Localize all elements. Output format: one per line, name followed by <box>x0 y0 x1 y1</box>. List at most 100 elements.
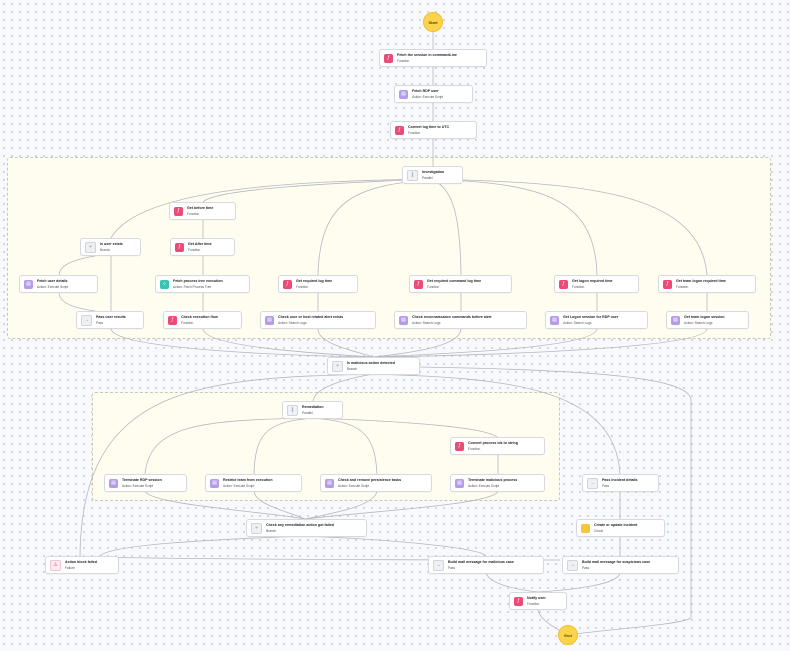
end-node[interactable]: End <box>558 625 578 645</box>
function-icon: ƒ <box>174 206 183 216</box>
node-pass-incident-details[interactable]: → Pass incident details Pass <box>582 474 659 492</box>
node-title: Check and remove persistence tasks <box>338 477 402 482</box>
pass-icon: → <box>567 559 578 571</box>
search-logs-icon: ▤ <box>550 315 559 325</box>
node-notify-user[interactable]: ƒ Notify user Function <box>509 592 567 610</box>
node-check-recon-commands[interactable]: ▤ Check reconnaissance commands before a… <box>394 311 527 329</box>
node-subtitle: Branch <box>347 367 358 372</box>
node-title: Build mail message for suspicious case <box>582 559 651 564</box>
node-convert-process-ids[interactable]: ƒ Convert process ids to string Function <box>450 437 545 455</box>
node-title: Fetch the session in commandLine <box>397 52 457 57</box>
node-subtitle: Action: Execute Script <box>338 484 370 489</box>
node-check-remediation-failed[interactable]: ⑂ Check any remediation action got faile… <box>246 519 367 537</box>
node-get-team-logon-required-time[interactable]: ƒ Get team logon required time Function <box>658 275 756 293</box>
edge <box>304 535 487 557</box>
node-title: Action block failed <box>65 559 97 564</box>
branch-icon: ⑂ <box>332 360 343 372</box>
node-build-mail-suspicious[interactable]: → Build mail message for suspicious case… <box>562 556 679 574</box>
node-title: Check any remediation action got failed <box>266 522 334 527</box>
node-subtitle: Function <box>572 285 585 290</box>
search-logs-icon: ▤ <box>399 315 408 325</box>
node-subtitle: Branch <box>100 248 111 253</box>
node-action-block-failed[interactable]: ⚠ Action block failed Failure <box>45 556 119 574</box>
node-title: Check execution flow <box>181 314 218 319</box>
node-convert-log-time[interactable]: ƒ Convert log time to UTC Function <box>390 121 477 139</box>
node-subtitle: Action: Execute Script <box>37 285 69 290</box>
node-fetch-session[interactable]: ƒ Fetch the session in commandLine Functi… <box>379 49 487 67</box>
node-title: Get team logon session <box>684 314 725 319</box>
node-title: Terminate malicious process <box>468 477 518 482</box>
node-investigation[interactable]: ∥ Investigation Parallel <box>402 166 463 184</box>
script-icon: ▤ <box>109 478 118 488</box>
node-subtitle: Action: Search Logs <box>412 321 441 326</box>
node-title: Convert log time to UTC <box>408 124 450 129</box>
node-subtitle: Function <box>296 285 309 290</box>
script-icon: ▤ <box>455 478 464 488</box>
failure-icon: ⚠ <box>50 559 61 571</box>
node-subtitle: Pass <box>602 484 610 489</box>
node-fetch-user-details[interactable]: ▤ Fetch user details Action: Execute Scri… <box>19 275 98 293</box>
branch-icon: ⑂ <box>85 241 96 253</box>
function-icon: ƒ <box>384 53 393 63</box>
node-get-logon-session-rdp[interactable]: ▤ Get Logon session for RDP user Action: … <box>545 311 648 329</box>
node-title: Restrict team from execution <box>223 477 273 482</box>
node-subtitle: Function <box>408 131 421 136</box>
function-icon: ƒ <box>414 279 423 289</box>
function-icon: ƒ <box>395 125 404 135</box>
node-title: Investigation <box>422 169 445 174</box>
pass-icon: → <box>433 559 444 571</box>
node-subtitle: Action: Search Logs <box>684 321 713 326</box>
node-remediation[interactable]: ∥ Remediation Parallel <box>282 401 343 419</box>
node-check-persistence-tasks[interactable]: ▤ Check and remove persistence tasks Acti… <box>320 474 432 492</box>
node-check-execution-flow[interactable]: ƒ Check execution flow Function <box>163 311 242 329</box>
node-subtitle: Action: Execute Script <box>412 95 444 100</box>
parallel-icon: ∥ <box>407 169 418 181</box>
function-icon: ƒ <box>663 279 672 289</box>
node-terminate-rdp-session[interactable]: ▤ Terminate RDP session Action: Execute S… <box>104 474 187 492</box>
node-subtitle: Action: Fetch Process Tree <box>173 285 212 290</box>
node-title: Check user or host related alert exists <box>278 314 344 319</box>
node-get-before-time[interactable]: ƒ Get before time Function <box>169 202 236 220</box>
node-subtitle: Failure <box>65 566 75 571</box>
node-subtitle: Function <box>676 285 689 290</box>
node-build-mail-malicious[interactable]: → Build mail message for malicious case P… <box>428 556 544 574</box>
node-restrict-team[interactable]: ▤ Restrict team from execution Action: Ex… <box>205 474 302 492</box>
node-fetch-process-tree[interactable]: ⊹ Fetch process tree execution Action: Fe… <box>155 275 250 293</box>
search-logs-icon: ▤ <box>265 315 274 325</box>
node-check-user-host-alert[interactable]: ▤ Check user or host related alert exist… <box>260 311 376 329</box>
node-subtitle: Function <box>527 602 540 607</box>
node-title: Terminate RDP session <box>122 477 162 482</box>
node-get-team-logon-session[interactable]: ▤ Get team logon session Action: Search L… <box>666 311 749 329</box>
node-subtitle: Action: Execute Script <box>122 484 154 489</box>
parallel-icon: ∥ <box>287 404 298 416</box>
node-title: Pass incident details <box>602 477 638 482</box>
node-title: Convert process ids to string <box>468 440 518 445</box>
search-logs-icon: ▤ <box>671 315 680 325</box>
node-is-user-exists[interactable]: ⑂ Is user exists Branch <box>80 238 141 256</box>
node-title: Is user exists <box>100 241 123 246</box>
circuit-icon: ⚡ <box>581 523 590 533</box>
node-subtitle: Action: Execute Script <box>223 484 255 489</box>
script-icon: ▤ <box>24 279 33 289</box>
node-get-required-command-log-time[interactable]: ƒ Get required command log time Function <box>409 275 512 293</box>
edge <box>485 572 539 593</box>
node-get-required-log-time[interactable]: ƒ Get required log time Function <box>278 275 358 293</box>
node-title: Fetch user details <box>37 278 68 283</box>
node-title: Get Logon session for RDP user <box>563 314 619 319</box>
node-fetch-rdp-user[interactable]: ▤ Fetch RDP user Action: Execute Script <box>394 85 473 103</box>
start-node[interactable]: Start <box>423 12 443 32</box>
node-get-after-time[interactable]: ƒ Get After time Function <box>170 238 235 256</box>
node-create-update-incident[interactable]: ⚡ Create or update incident Circuit <box>576 519 665 537</box>
branch-icon: ⑂ <box>251 522 262 534</box>
node-subtitle: Pass <box>96 321 104 326</box>
node-is-malicious-action[interactable]: ⑂ Is malicious action detected Branch <box>327 357 420 375</box>
node-pass-user-results[interactable]: → Pass user results Pass <box>76 311 144 329</box>
node-title: Get logon required time <box>572 278 613 283</box>
edge <box>537 572 621 593</box>
node-subtitle: Function <box>188 248 201 253</box>
function-icon: ƒ <box>514 596 523 606</box>
node-terminate-malicious-process[interactable]: ▤ Terminate malicious process Action: Exe… <box>450 474 545 492</box>
edge <box>99 535 306 557</box>
node-get-logon-required-time[interactable]: ƒ Get logon required time Function <box>554 275 639 293</box>
workflow-canvas[interactable]: Start ƒ Fetch the session in commandLine… <box>0 0 790 651</box>
